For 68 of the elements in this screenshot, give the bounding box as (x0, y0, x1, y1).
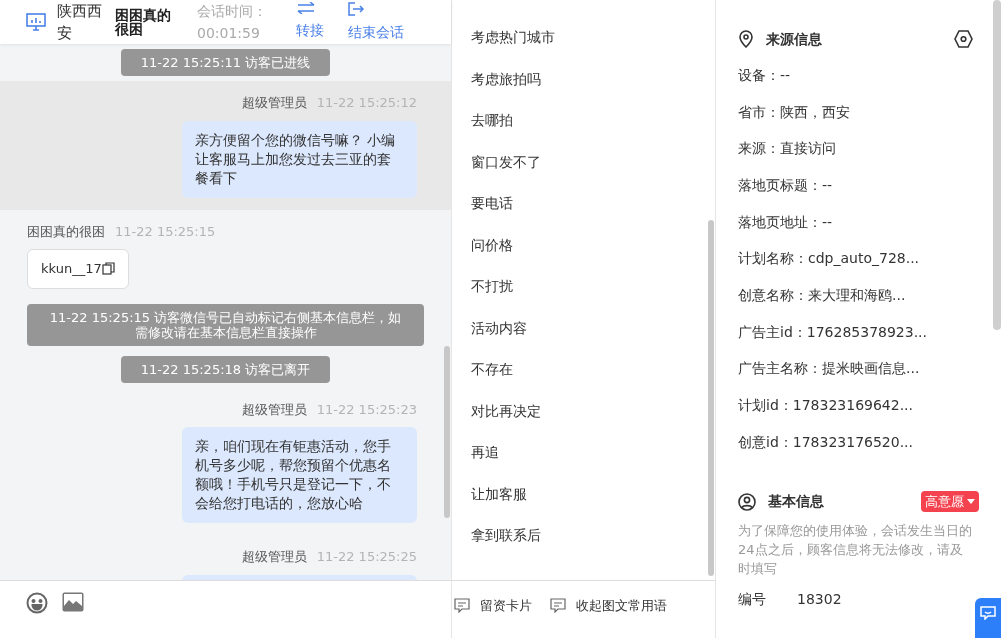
quick-phrase[interactable]: 考虑旅拍吗 (452, 58, 715, 100)
sender-name: 困困真的很困 (27, 222, 105, 241)
quick-phrase[interactable]: 考虑热门城市 (452, 17, 715, 59)
sender-name: 超级管理员 (241, 94, 307, 112)
source-field: 创意名称：来大理和海鸥... (738, 277, 973, 314)
source-field: 计划id：178323169642... (738, 387, 973, 424)
message-icon (454, 598, 470, 614)
message-icon (550, 598, 566, 614)
source-field: 计划名称：cdp_auto_728... (738, 240, 973, 278)
quick-phrase[interactable]: 要电话 (452, 183, 715, 225)
intent-tag-dropdown[interactable]: 高意愿 (921, 491, 979, 513)
image-icon[interactable] (62, 592, 84, 612)
toolbar-button[interactable]: 留资卡片 (454, 596, 532, 616)
message-time: 11-22 15:25:23 (316, 400, 417, 419)
location-pin-icon (738, 30, 754, 48)
notice-text: 为了保障您的使用体验，会话发生当日的24点之后，顾客信息将无法修改，请及时填写 (738, 521, 973, 578)
quick-phrase[interactable]: 再追 (452, 432, 715, 474)
quick-phrase[interactable]: 让加客服 (452, 473, 715, 515)
quick-phrase[interactable]: 不存在 (452, 349, 715, 391)
section-title: 基本信息 (768, 492, 824, 512)
source-field: 落地页标题：-- (738, 167, 973, 204)
quick-phrase[interactable]: 对比再决定 (452, 390, 715, 432)
system-notice: 11-22 15:25:11 访客已进线 (120, 49, 331, 76)
copy-icon[interactable] (101, 262, 115, 276)
hexagon-icon[interactable] (954, 30, 973, 48)
source-field: 广告主名称：提米映画信息... (738, 350, 973, 388)
sender-name: 超级管理员 (241, 548, 307, 566)
source-field: 设备：-- (738, 57, 973, 94)
user-icon (738, 492, 756, 511)
quick-phrase[interactable]: 问价格 (452, 224, 715, 266)
emoji-icon[interactable] (26, 592, 48, 614)
message-bubble: kkun__17 (27, 249, 129, 289)
sender-name: 超级管理员 (241, 400, 307, 419)
quick-phrase[interactable]: 不打扰 (452, 266, 715, 308)
scrollbar-thumb[interactable] (993, 0, 1001, 330)
swap-icon (296, 1, 316, 14)
caret-icon (967, 499, 975, 505)
end-session-button[interactable]: 结束会话 (348, 1, 404, 43)
quick-phrase[interactable]: 去哪拍 (452, 100, 715, 142)
field-value: 18302 (797, 590, 842, 610)
section-title: 来源信息 (766, 29, 822, 49)
quick-phrase[interactable]: 拿到联系后 (452, 515, 715, 557)
message-bubble: 亲，咱们现在有钜惠活动，您手机号多少呢，帮您预留个优惠名额哦！手机号只是登记一下，不会给您打电话的，您放心哈 (182, 427, 417, 523)
source-field: 落地页地址：-- (738, 203, 973, 241)
quick-phrase[interactable]: 窗口发不了 (452, 141, 715, 183)
transfer-button[interactable]: 转接 (296, 1, 324, 43)
scrollbar-thumb[interactable] (444, 346, 450, 518)
system-notice: 11-22 15:25:15 访客微信号已自动标记右侧基本信息栏，如需修改请在基本信息栏直接操作 (27, 303, 424, 346)
chat-float-button[interactable] (975, 598, 1001, 638)
chat-icon (980, 606, 996, 620)
exit-icon (348, 1, 364, 16)
field-label: 编号 (738, 590, 767, 610)
source-field: 省市：陕西，西安 (738, 93, 973, 131)
message-bubble: 亲方便留个您的微信号嘛？ 小编让客服马上加您发过去三亚的套餐看下 (182, 120, 417, 198)
source-field: 创意id：178323176520... (738, 423, 973, 461)
toolbar-button[interactable]: 收起图文常用语 (550, 596, 667, 616)
message-time: 11-22 15:25:25 (316, 548, 417, 566)
visitor-location: 陕西西安 (57, 1, 103, 44)
session-time: 00:01:59 (197, 24, 261, 43)
visitor-name: 困困真的很困 (115, 8, 172, 36)
source-field: 来源：直接访问 (738, 130, 973, 168)
system-notice: 11-22 15:25:18 访客已离开 (120, 355, 331, 383)
quick-phrase[interactable]: 活动内容 (452, 307, 715, 349)
session-time-label: 会话时间： (197, 2, 268, 21)
scrollbar-thumb[interactable] (708, 220, 714, 576)
source-field: 广告主id：176285378923... (738, 313, 973, 351)
message-time: 11-22 15:25:15 (115, 222, 216, 241)
monitor-icon (26, 13, 46, 31)
